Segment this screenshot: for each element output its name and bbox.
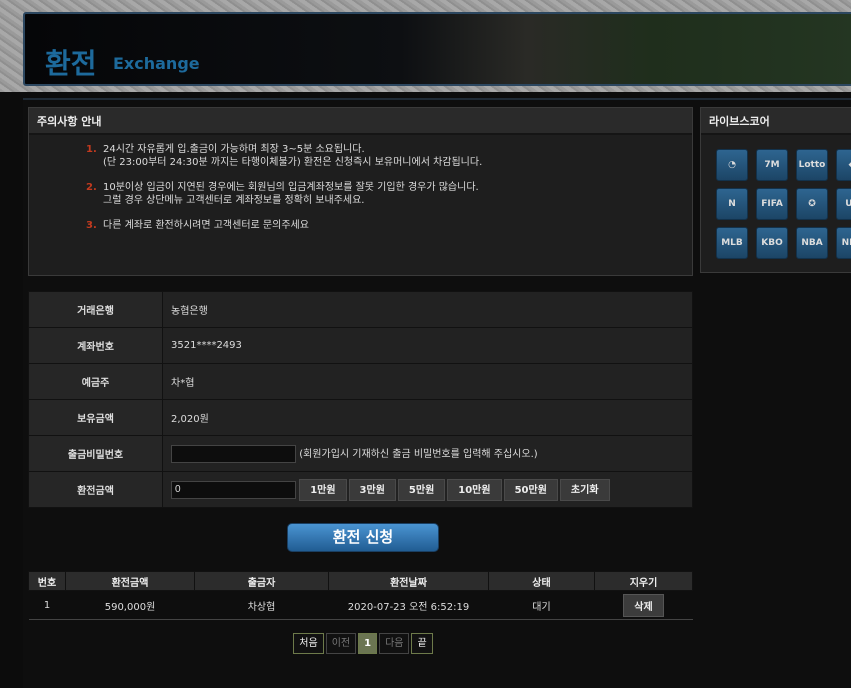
add-100000-button[interactable]: 10만원 [447, 478, 502, 501]
delete-button[interactable]: 삭제 [623, 593, 664, 617]
fifa-icon[interactable]: FIFA [756, 188, 788, 220]
page-banner: 환전 Exchange [23, 12, 851, 86]
column-header: 상태 [488, 571, 595, 591]
row-date: 2020-07-23 오전 6:52:19 [328, 590, 489, 620]
column-header: 출금자 [194, 571, 329, 591]
uefa-icon[interactable]: UE [836, 188, 851, 220]
notice-number: 2. [86, 182, 97, 193]
pagination: 처음 이전 1 다음 끝 [0, 633, 726, 654]
notice-text: 10분이상 입금이 지연된 경우에는 회원님의 입금계좌정보를 잘못 기입한 경… [103, 182, 479, 206]
table-row: 1 590,000원 차상협 2020-07-23 오전 6:52:19 대기 … [28, 590, 693, 620]
prev-page-button[interactable]: 이전 [325, 633, 357, 654]
nhl-icon[interactable]: NHL [836, 227, 851, 259]
holder-label: 예금주 [28, 363, 163, 400]
amount-label: 환전금액 [28, 471, 163, 508]
page-subtitle: Exchange [113, 54, 200, 73]
mlb-icon[interactable]: MLB [716, 227, 748, 259]
row-number: 1 [28, 590, 66, 620]
row-amount: 590,000원 [65, 590, 195, 620]
nba-icon[interactable]: NBA [796, 227, 828, 259]
column-header: 번호 [28, 571, 66, 591]
submit-exchange-button[interactable]: 환전 신청 [287, 523, 439, 552]
add-500000-button[interactable]: 50만원 [503, 478, 558, 501]
password-hint: (회원가입시 기재하신 출금 비밀번호를 입력해 주십시오.) [299, 448, 538, 460]
partial-icon[interactable]: ◆ [836, 149, 851, 181]
kbo-icon[interactable]: KBO [756, 227, 788, 259]
balance-value: 2,020원 [162, 399, 693, 436]
column-header: 환전날짜 [328, 571, 489, 591]
last-page-button[interactable]: 끝 [411, 633, 433, 654]
notice-text: 다른 계좌로 환전하시려면 고객센터로 문의주세요 [103, 220, 309, 231]
account-label: 계좌번호 [28, 327, 163, 364]
column-header: 환전금액 [65, 571, 195, 591]
lotto-icon[interactable]: Lotto [796, 149, 828, 181]
notice-number: 1. [86, 144, 97, 155]
notice-item: 1. 24시간 자유롭게 입.출금이 가능하며 최장 3~5분 소요됩니다. (단… [86, 143, 692, 169]
page-title: 환전 [45, 47, 97, 80]
balance-label: 보유금액 [28, 399, 163, 436]
livescore-icon[interactable]: ◔ [716, 149, 748, 181]
notice-panel: 주의사항 안내 1. 24시간 자유롭게 입.출금이 가능하며 최장 3~5분 소… [28, 107, 693, 276]
livescore-title: 라이브스코어 [701, 108, 851, 135]
champions-league-icon[interactable]: ✪ [796, 188, 828, 220]
holder-value: 차*협 [162, 363, 693, 400]
column-header: 지우기 [594, 571, 693, 591]
next-page-button[interactable]: 다음 [379, 633, 410, 654]
add-30000-button[interactable]: 3만원 [348, 478, 396, 501]
add-10000-button[interactable]: 1만원 [299, 478, 347, 501]
withdraw-password-input[interactable] [171, 444, 296, 463]
notice-number: 3. [86, 220, 97, 231]
reset-button[interactable]: 초기화 [559, 478, 610, 501]
amount-input[interactable] [171, 480, 296, 499]
bank-label: 거래은행 [28, 291, 163, 328]
add-50000-button[interactable]: 5만원 [397, 478, 446, 501]
notice-title: 주의사항 안내 [29, 108, 692, 135]
exchange-form: 거래은행 농협은행 계좌번호 3521****2493 예금주 차*협 보유금액 2,0… [28, 291, 693, 508]
bank-value: 농협은행 [162, 291, 693, 328]
row-status: 대기 [488, 590, 595, 620]
first-page-button[interactable]: 처음 [293, 633, 324, 654]
livescore-panel: 라이브스코어 ◔7MLotto◆ NFIFA✪UE MLBKBONBA NHL [700, 107, 851, 273]
account-value: 3521****2493 [162, 327, 693, 364]
notice-item: 3. 다른 계좌로 환전하시려면 고객센터로 문의주세요 [86, 219, 692, 232]
password-label: 출금비밀번호 [28, 435, 163, 472]
naver-icon[interactable]: N [716, 188, 748, 220]
current-page-button[interactable]: 1 [358, 633, 378, 654]
exchange-history-table: 번호 환전금액 출금자 환전날짜 상태 지우기 1 590,000원 차상협 2… [28, 571, 693, 620]
notice-item: 2. 10분이상 입금이 지연된 경우에는 회원님의 입금계좌정보를 잘못 기입한… [86, 181, 692, 207]
notice-text: 24시간 자유롭게 입.출금이 가능하며 최장 3~5분 소요됩니다. (단 2… [103, 144, 483, 168]
row-name: 차상협 [194, 590, 329, 620]
7m-icon[interactable]: 7M [756, 149, 788, 181]
